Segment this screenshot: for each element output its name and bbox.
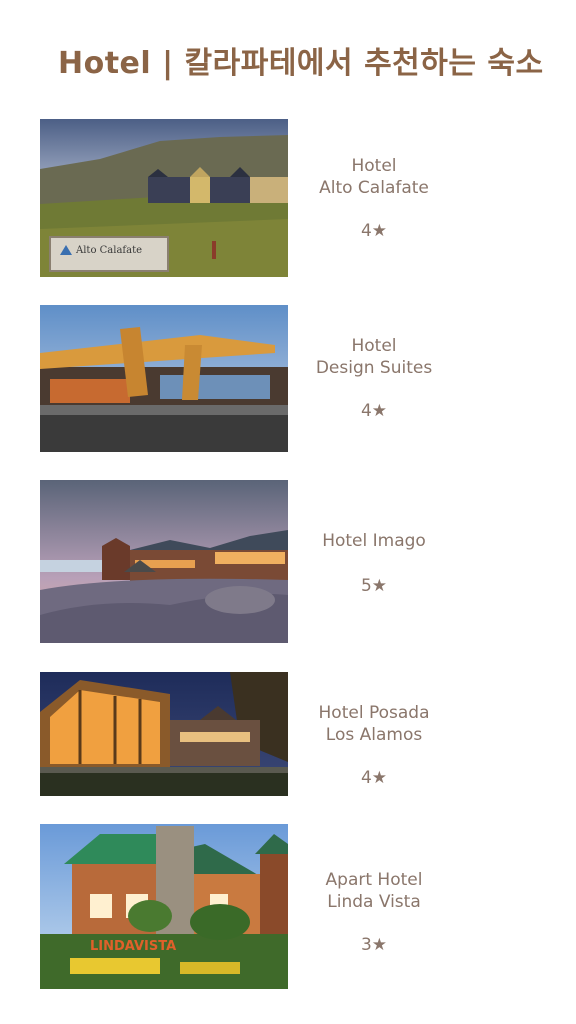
hotel-name: Hotel Design Suites: [315, 336, 433, 378]
hotel-info-design-suites: Hotel Design Suites 4★: [290, 335, 458, 421]
hotel-info-alto-calafate: Hotel Alto Calafate 4★: [290, 155, 458, 241]
hotel-name: Hotel Posada Los Alamos: [318, 703, 430, 745]
hotel-photo-design-suites: [40, 305, 288, 452]
hotel-rating: 5★: [360, 576, 388, 596]
hotel-rating: 4★: [360, 221, 388, 241]
hotel-sign-text: Alto Calafate: [75, 245, 142, 256]
hotel-photo-alto-calafate: Alto Calafate: [40, 119, 288, 277]
hotel-photo-imago: [40, 480, 288, 643]
hotel-info-linda-vista: Apart Hotel Linda Vista 3★: [290, 869, 458, 955]
hotel-name: Apart Hotel Linda Vista: [325, 870, 423, 912]
hotel-name: Hotel Alto Calafate: [319, 156, 429, 198]
hotel-photo-linda-vista: LINDAVISTA: [40, 824, 288, 989]
hotel-name: Hotel Imago: [322, 531, 426, 551]
page-title: Hotel | 칼라파테에서 추천하는 숙소: [58, 46, 544, 81]
hotel-rating: 4★: [360, 768, 388, 788]
hotel-sign-text: LINDAVISTA: [90, 939, 176, 954]
hotel-rating: 4★: [360, 401, 388, 421]
hotel-info-imago: Hotel Imago 5★: [290, 530, 458, 596]
hotel-photo-posada-los-alamos: [40, 672, 288, 796]
hotel-info-posada-los-alamos: Hotel Posada Los Alamos 4★: [290, 702, 458, 788]
hotel-rating: 3★: [360, 935, 388, 955]
